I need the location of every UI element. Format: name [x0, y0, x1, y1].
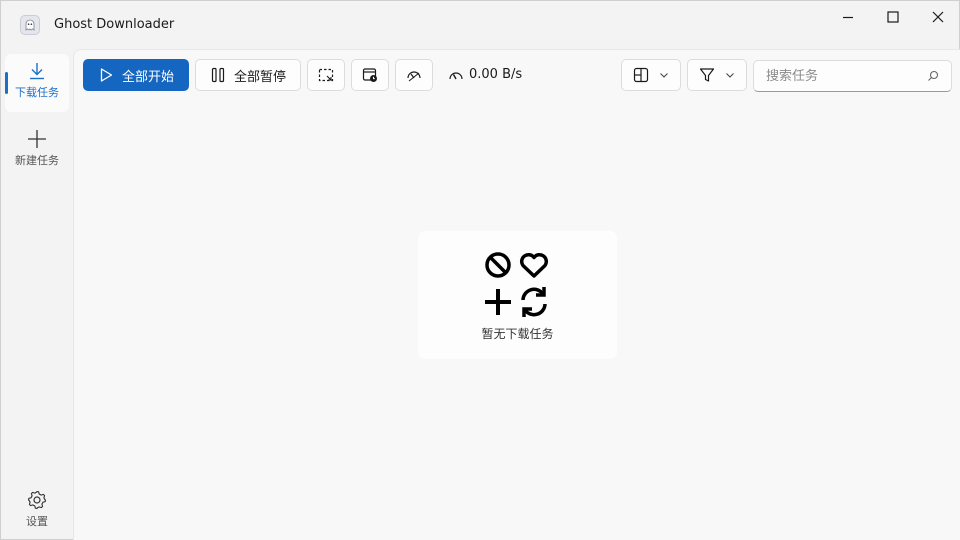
download-speed: 0.00 B/s	[448, 67, 522, 82]
view-layout-dropdown[interactable]	[621, 59, 681, 91]
speed-limit-button[interactable]	[395, 59, 433, 91]
filter-dropdown[interactable]	[687, 59, 747, 91]
schedule-icon	[362, 68, 377, 82]
search-icon[interactable]	[927, 70, 939, 82]
select-all-button[interactable]	[307, 59, 345, 91]
close-icon	[932, 11, 944, 23]
app-window: Ghost Downloader 下载任务 新建任务 设置 全部开始 全部暂停 …	[0, 0, 960, 540]
plus-icon	[485, 289, 511, 315]
active-indicator	[5, 72, 8, 94]
download-icon	[30, 63, 44, 80]
chevron-down-icon	[660, 73, 668, 78]
search-box	[753, 60, 952, 92]
speed-limit-icon	[407, 71, 421, 82]
heart-icon	[519, 252, 549, 278]
close-button[interactable]	[915, 1, 960, 33]
chevron-down-icon	[726, 73, 734, 78]
maximize-button[interactable]	[870, 1, 916, 33]
maximize-icon	[887, 11, 899, 23]
start-all-button[interactable]: 全部开始	[83, 59, 189, 91]
title-bar: Ghost Downloader	[1, 1, 959, 49]
filter-icon	[699, 68, 715, 82]
empty-state-text: 暂无下载任务	[481, 327, 554, 341]
window-title: Ghost Downloader	[54, 17, 175, 32]
main-content: 全部开始 全部暂停 0.00 B/s 搜索任务 暂无下载任务	[73, 49, 960, 540]
start-all-label: 全部开始	[121, 69, 174, 85]
sidebar-item-settings[interactable]: 设置	[5, 483, 69, 540]
pause-all-button[interactable]: 全部暂停	[195, 59, 301, 91]
speed-value: 0.00 B/s	[469, 67, 523, 82]
minimize-button[interactable]	[825, 1, 871, 33]
sidebar-item-label: 新建任务	[15, 154, 59, 167]
empty-state-illustration	[485, 252, 549, 317]
sidebar-item-downloads[interactable]: 下载任务	[5, 54, 69, 112]
search-input[interactable]	[755, 62, 915, 90]
select-all-icon	[318, 68, 334, 82]
sidebar-item-new-task[interactable]: 新建任务	[5, 122, 69, 180]
schedule-button[interactable]	[351, 59, 389, 91]
layout-icon	[633, 67, 649, 83]
gear-icon	[27, 490, 47, 510]
plus-icon	[28, 130, 46, 148]
refresh-icon	[521, 287, 547, 317]
play-icon	[100, 68, 113, 82]
sidebar: 下载任务 新建任务 设置	[1, 49, 73, 540]
minimize-icon	[843, 16, 853, 19]
empty-state-card: 暂无下载任务	[418, 231, 617, 359]
pause-all-label: 全部暂停	[233, 69, 286, 85]
pause-icon	[211, 67, 225, 83]
ghost-app-icon	[20, 15, 40, 35]
speedometer-icon	[449, 71, 463, 79]
ban-icon	[485, 252, 511, 278]
sidebar-item-label: 设置	[26, 515, 48, 528]
sidebar-item-label: 下载任务	[15, 86, 59, 99]
